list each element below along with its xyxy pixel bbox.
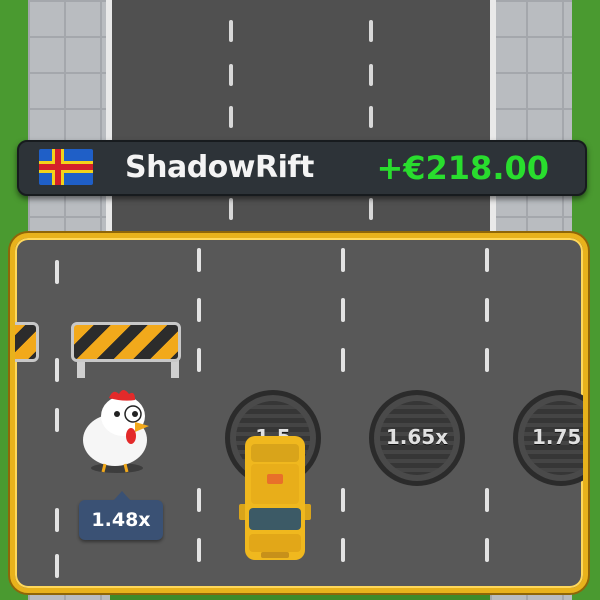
chicken-player [83, 390, 149, 473]
player-win-banner: ShadowRift +€218.00 [17, 140, 587, 196]
lane-dash [55, 260, 59, 284]
lane-dash [197, 488, 201, 512]
lane-dash [197, 248, 201, 272]
lane-dash [369, 64, 373, 86]
manhole-lane-3[interactable]: 1.75 [513, 390, 583, 486]
lane-dash [197, 348, 201, 372]
lane-dash [229, 198, 233, 220]
lane-multiplier: 1.75 [532, 425, 582, 449]
lane-multiplier: 1.65x [385, 425, 449, 449]
lane-dash [485, 348, 489, 372]
curb-right [490, 0, 496, 240]
lane-dash [55, 358, 59, 382]
curb-left [106, 0, 112, 240]
lane-dash [485, 298, 489, 322]
game-board: 1.5 1.65x 1.75 1.48x [10, 233, 588, 593]
lane-dash [229, 20, 233, 42]
current-multiplier-badge: 1.48x [79, 491, 163, 540]
lane-dash [485, 488, 489, 512]
barrier-leg [77, 360, 85, 378]
aland-flag-icon [39, 149, 93, 185]
lane-dash [341, 488, 345, 512]
lane-dash [485, 538, 489, 562]
road-barrier [71, 322, 181, 362]
road-background [108, 0, 492, 240]
lane-dash [369, 106, 373, 128]
barrier-leg [171, 360, 179, 378]
lane-dash [341, 298, 345, 322]
lane-dash [197, 538, 201, 562]
lane-dash [485, 248, 489, 272]
road-barrier [15, 322, 39, 362]
lane-dash [55, 508, 59, 532]
lane-dash [341, 538, 345, 562]
lane-dash [55, 408, 59, 432]
manhole-lane-2[interactable]: 1.65x [369, 390, 465, 486]
lane-dash [229, 64, 233, 86]
lane-dash [369, 20, 373, 42]
lane-dash [341, 348, 345, 372]
lane-dash [369, 198, 373, 220]
lane-dash [229, 106, 233, 128]
lane-dash [341, 248, 345, 272]
taxi-car [239, 436, 311, 560]
winnings-amount: +€218.00 [376, 149, 549, 187]
player-name: ShadowRift [125, 150, 314, 185]
lane-dash [55, 554, 59, 578]
lane-dash [197, 298, 201, 322]
